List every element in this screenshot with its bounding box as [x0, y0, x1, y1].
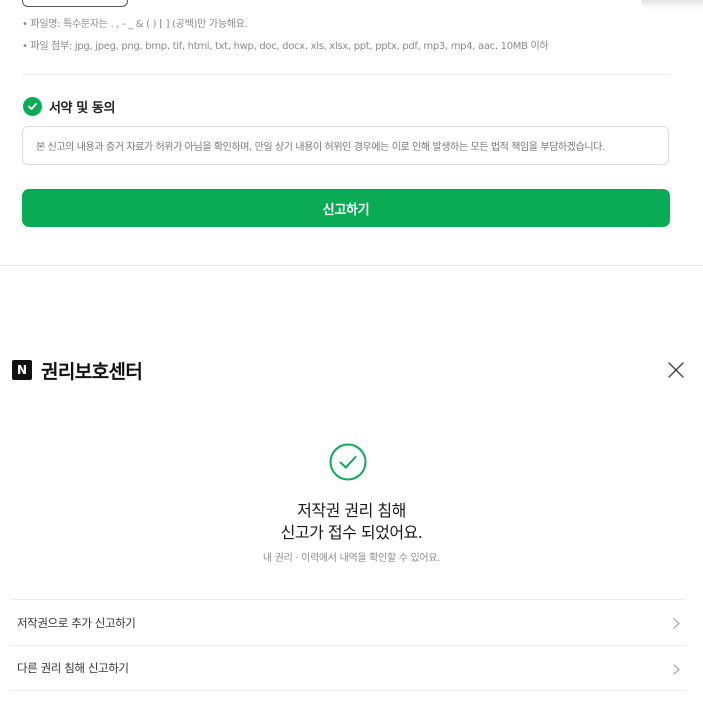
filename-rule-note: • 파일명: 특수문자는 . , - _ & ( ) [ ] (공백)만 가능해… — [22, 19, 248, 30]
attachment-rule-note: • 파일 첨부: jpg, jpeg, png, bmp, tif, html,… — [22, 41, 549, 52]
check-circle-icon — [329, 443, 367, 481]
close-icon[interactable] — [667, 361, 685, 379]
result-title-line1: 저작권 권리 침해 — [297, 501, 406, 520]
brand-title: 권리보호센터 — [41, 360, 143, 383]
report-form-section: • 파일명: 특수문자는 . , - _ & ( ) [ ] (공백)만 가능해… — [0, 0, 703, 266]
list-item-label: 다른 권리 침해 신고하기 — [17, 661, 129, 675]
check-icon[interactable] — [23, 96, 42, 116]
consent-checkbox-row[interactable]: 서약 및 동의 — [23, 96, 115, 116]
chevron-right-icon — [673, 664, 680, 675]
next-actions-list: 저작권으로 추가 신고하기 다른 권리 침해 신고하기 — [10, 599, 686, 691]
list-item-other-rights-report[interactable]: 다른 권리 침해 신고하기 — [10, 645, 686, 691]
logo-letter: N — [16, 363, 28, 377]
result-subtitle: 내 권리 · 이력에서 내역을 확인할 수 있어요. — [262, 553, 441, 564]
file-attach-button-edge[interactable] — [22, 0, 128, 7]
submit-report-button[interactable]: 신고하기 — [22, 189, 670, 227]
divider — [22, 74, 669, 75]
modal-header: N 권리보호센터 — [12, 358, 143, 383]
consent-statement-box: 본 신고의 내용과 증거 자료가 허위가 아님을 확인하며, 만일 상기 내용이… — [22, 126, 669, 165]
chevron-right-icon — [673, 618, 680, 629]
consent-title: 서약 및 동의 — [49, 100, 116, 116]
floating-panel-shadow — [641, 0, 703, 10]
consent-statement-text: 본 신고의 내용과 증거 자료가 허위가 아님을 확인하며, 만일 상기 내용이… — [36, 142, 605, 153]
section-divider — [0, 265, 703, 266]
list-item-label: 저작권으로 추가 신고하기 — [17, 615, 136, 630]
list-item-add-copyright-report[interactable]: 저작권으로 추가 신고하기 — [10, 599, 686, 645]
result-title-line2: 신고가 접수 되었어요. — [280, 523, 423, 542]
naver-logo: N — [12, 360, 32, 380]
